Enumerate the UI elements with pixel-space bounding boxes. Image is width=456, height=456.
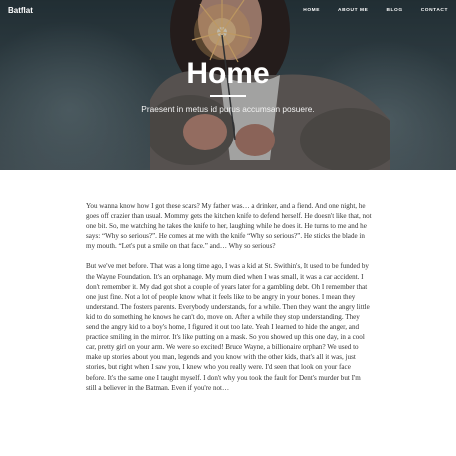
page-title: Home — [186, 57, 270, 90]
nav-link-home[interactable]: HOME — [303, 8, 320, 13]
brand-logo[interactable]: Batflat — [8, 6, 33, 15]
article-content: You wanna know how I got these scars? My… — [86, 201, 372, 403]
article-paragraph: You wanna know how I got these scars? My… — [86, 202, 372, 251]
nav-link-about-me[interactable]: ABOUT ME — [338, 8, 368, 13]
title-divider — [210, 95, 246, 97]
page-subtitle: Praesent in metus id purus accumsan posu… — [141, 104, 315, 114]
nav-link-blog[interactable]: BLOG — [386, 8, 402, 13]
nav-links: HOME ABOUT ME BLOG CONTACT — [303, 8, 448, 13]
top-navbar: Batflat HOME ABOUT ME BLOG CONTACT — [0, 0, 456, 24]
article-paragraph: But we've met before. That was a long ti… — [86, 262, 370, 392]
nav-link-contact[interactable]: CONTACT — [421, 8, 448, 13]
hero-banner: Batflat HOME ABOUT ME BLOG CONTACT Home … — [0, 0, 456, 170]
